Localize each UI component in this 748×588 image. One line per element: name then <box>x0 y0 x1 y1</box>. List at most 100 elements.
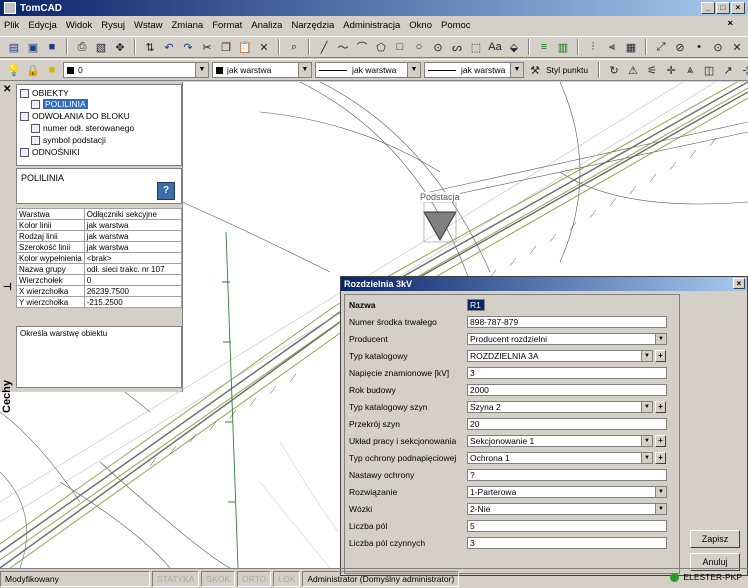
menu-administracja[interactable]: Administracja <box>343 20 400 31</box>
tree-item-numer[interactable]: numer odł. sterowanego <box>31 123 134 133</box>
document-close-button[interactable]: × <box>727 18 733 29</box>
prop-value[interactable]: jak warstwa <box>83 230 183 242</box>
chevron-down-icon[interactable]: ▼ <box>641 452 652 463</box>
menu-widok[interactable]: Widok <box>66 20 92 31</box>
circle-tool-icon[interactable]: ○ <box>411 39 427 55</box>
liczba-pol-czynnych-input[interactable]: 3 <box>467 536 667 549</box>
layer-manager-icon[interactable]: ▥ <box>555 39 571 55</box>
panel-close-icon[interactable]: ✕ <box>3 84 11 95</box>
new-file-icon[interactable]: ▤ <box>6 39 22 55</box>
point-style-icon[interactable]: ⚒ <box>527 62 543 78</box>
maximize-button[interactable]: □ <box>716 2 730 14</box>
table-row[interactable]: Kolor wypełnienia <brak> <box>16 252 183 264</box>
properties-tab[interactable]: Cechy <box>0 362 14 422</box>
table-row[interactable]: Y wierzchołka -215.2500 <box>16 296 183 308</box>
tree-item-symbol[interactable]: symbol podstacji <box>31 135 106 145</box>
table-row[interactable]: Rodzaj linii jak warstwa <box>16 230 183 242</box>
redo-icon[interactable]: ↷ <box>180 39 196 55</box>
table-row[interactable]: Szerokość linii jak warstwa <box>16 241 183 253</box>
prop-value[interactable]: 0 <box>83 274 183 286</box>
align-icon[interactable]: ⫶ <box>585 39 601 55</box>
tree-item-obiekty[interactable]: OBIEKTY <box>20 88 69 98</box>
chevron-down-icon[interactable]: ▼ <box>641 401 652 412</box>
snap-node-icon[interactable]: • <box>691 39 707 55</box>
menu-narzedzia[interactable]: Narzędzia <box>291 20 334 31</box>
spline-tool-icon[interactable]: ᔕ <box>449 39 465 55</box>
prop-value[interactable]: -215.2500 <box>83 296 183 308</box>
chevron-down-icon[interactable]: ▼ <box>655 486 666 497</box>
save-button[interactable]: Zapisz <box>690 530 740 548</box>
pin-icon[interactable]: ⊣ <box>3 282 12 293</box>
wozki-select[interactable]: 2-Nie ▼ <box>467 502 667 515</box>
linetype-select[interactable]: jak warstwa ▼ <box>315 62 421 78</box>
help-button[interactable]: ? <box>157 182 175 200</box>
prop-value[interactable]: 26239.7500 <box>83 285 183 297</box>
snap-center-icon[interactable]: ⊙ <box>710 39 726 55</box>
ellipse-tool-icon[interactable]: ⊙ <box>430 39 446 55</box>
line-tool-icon[interactable]: ╱ <box>316 39 332 55</box>
napiecie-input[interactable]: 3 <box>467 366 667 379</box>
chevron-down-icon[interactable]: ▼ <box>655 503 666 514</box>
close-button[interactable]: × <box>731 2 745 14</box>
numer-input[interactable]: 898-787-879 <box>467 315 667 328</box>
trim-icon[interactable]: ⊹ <box>739 62 748 78</box>
mirror-icon[interactable]: ⚠ <box>625 62 641 78</box>
match-properties-icon[interactable]: ⇅ <box>142 39 158 55</box>
table-row[interactable]: Kolor linii jak warstwa <box>16 219 183 231</box>
chevron-down-icon[interactable]: ▼ <box>407 63 420 77</box>
snap-endpoint-icon[interactable]: ⤢ <box>653 39 669 55</box>
color-select[interactable]: jak warstwa ▼ <box>212 62 312 78</box>
menu-pomoc[interactable]: Pomoc <box>441 20 471 31</box>
producent-select[interactable]: Producent rozdzielni ▼ <box>467 332 667 345</box>
arc-tool-icon[interactable]: ⌒ <box>354 39 370 55</box>
menu-plik[interactable]: Plik <box>4 20 19 31</box>
point-style-label[interactable]: Styl punktu <box>546 65 588 75</box>
uklad-select[interactable]: Sekcjonowanie 1 ▼ <box>467 434 653 447</box>
chevron-down-icon[interactable]: ▼ <box>655 333 666 344</box>
distribute-icon[interactable]: ⫷ <box>604 39 620 55</box>
lineweight-select[interactable]: jak warstwa ▼ <box>424 62 524 78</box>
chevron-down-icon[interactable]: ▼ <box>641 350 652 361</box>
menu-format[interactable]: Format <box>212 20 242 31</box>
menu-wstaw[interactable]: Wstaw <box>134 20 163 31</box>
table-row[interactable]: Warstwa Odłączniki sekcyjne <box>16 208 183 220</box>
offset-icon[interactable]: ◫ <box>701 62 717 78</box>
scale-icon[interactable]: ⚟ <box>644 62 660 78</box>
rozwiazanie-select[interactable]: 1-Parterowa ▼ <box>467 485 667 498</box>
snap-intersection-icon[interactable]: ✕ <box>729 39 745 55</box>
chevron-down-icon[interactable]: ▼ <box>641 435 652 446</box>
nazwa-input[interactable]: R1 <box>467 298 485 311</box>
open-file-icon[interactable]: ▣ <box>25 39 41 55</box>
undo-icon[interactable]: ↶ <box>161 39 177 55</box>
przekroj-input[interactable]: 20 <box>467 417 667 430</box>
array-icon[interactable]: ⩓ <box>682 62 698 78</box>
layer-on-icon[interactable]: 💡 <box>6 62 22 78</box>
tree-item-polilinia[interactable]: POLILINIA <box>31 99 88 109</box>
find-icon[interactable]: ⌕ <box>286 39 302 55</box>
rectangle-tool-icon[interactable]: □ <box>392 39 408 55</box>
menu-okno[interactable]: Okno <box>409 20 432 31</box>
liczba-pol-input[interactable]: 5 <box>467 519 667 532</box>
snap-midpoint-icon[interactable]: ⊘ <box>672 39 688 55</box>
tree-item-odnosniki[interactable]: ODNOŚNIKI <box>20 147 80 157</box>
tree-item-odwolania[interactable]: ODWOŁANIA DO BLOKU <box>20 111 130 121</box>
prop-value[interactable]: odł. sieci trakc. nr 107 <box>83 263 183 275</box>
copy-icon[interactable]: ❐ <box>218 39 234 55</box>
layer-color-icon[interactable]: ■ <box>44 62 60 78</box>
lok-toggle[interactable]: LOK <box>273 570 301 587</box>
publish-icon[interactable]: ✥ <box>112 39 128 55</box>
menu-rysuj[interactable]: Rysuj <box>101 20 125 31</box>
statyka-toggle[interactable]: STATYKA <box>152 570 200 587</box>
chevron-down-icon[interactable]: ▼ <box>195 63 208 77</box>
hatch-tool-icon[interactable]: ⬚ <box>468 39 484 55</box>
stretch-icon[interactable]: ↗ <box>720 62 736 78</box>
delete-icon[interactable]: ✕ <box>256 39 272 55</box>
save-icon[interactable]: ■ <box>44 39 60 55</box>
prop-value[interactable]: Odłączniki sekcyjne <box>83 208 183 220</box>
add-typ-button[interactable]: + <box>655 349 666 362</box>
grid-icon[interactable]: ▦ <box>623 39 639 55</box>
minimize-button[interactable]: _ <box>701 2 715 14</box>
menu-edycja[interactable]: Edycja <box>28 20 57 31</box>
orto-toggle[interactable]: ORTO <box>237 570 272 587</box>
chevron-down-icon[interactable]: ▼ <box>510 63 523 77</box>
